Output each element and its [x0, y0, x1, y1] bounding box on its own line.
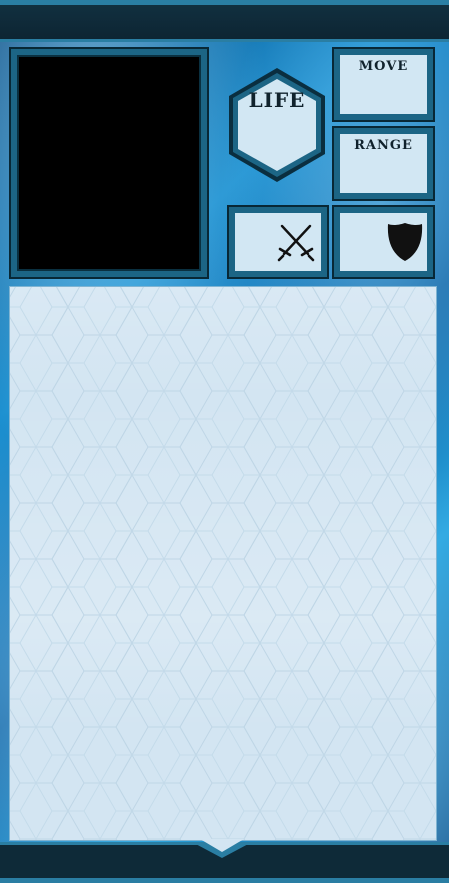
shield-icon	[387, 223, 423, 261]
crossed-swords-icon	[277, 224, 315, 262]
move-stat-box[interactable]: MOVE	[332, 47, 435, 122]
range-label: RANGE	[354, 138, 413, 153]
unit-card: LIFE MOVE RANGE	[0, 0, 449, 883]
top-bar	[0, 0, 449, 42]
move-label: MOVE	[358, 59, 409, 74]
life-hexagon	[229, 68, 325, 182]
hex-pattern-background	[10, 287, 436, 840]
bottom-notch	[192, 839, 252, 858]
portrait-frame[interactable]	[9, 47, 209, 279]
life-label: LIFE	[248, 88, 306, 112]
range-stat-box[interactable]: RANGE	[332, 126, 435, 201]
card-text-panel	[9, 286, 437, 841]
